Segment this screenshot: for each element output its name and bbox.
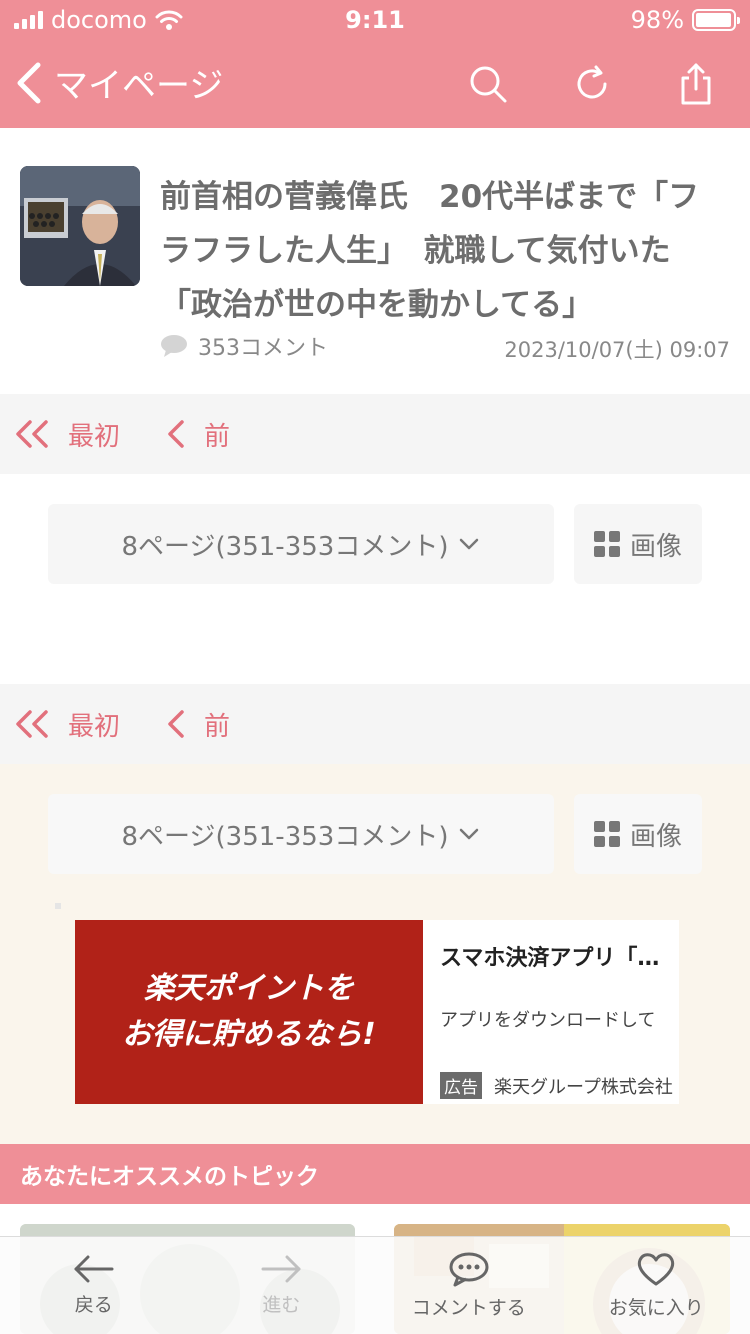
back-to-mypage-button[interactable]: マイページ [14, 58, 223, 107]
share-icon [681, 63, 711, 105]
page-select-dropdown[interactable]: 8ページ(351-353コメント) [48, 794, 554, 874]
search-button[interactable] [464, 60, 512, 108]
ad-title[interactable]: スマホ決済アプリ「楽天ペイ」 [440, 940, 679, 972]
ad-banner-line1: 楽天ポイントを [144, 971, 354, 1006]
comment-bubble-icon [161, 335, 187, 357]
chevron-left-icon [168, 710, 184, 738]
forward-tab[interactable]: 進む [188, 1237, 376, 1334]
back-tab-label: 戻る [74, 1294, 113, 1316]
pager-first-label: 最初 [68, 711, 121, 742]
comment-icon [449, 1252, 489, 1287]
topics-header: あなたにオススメのトピック [0, 1144, 750, 1204]
page-select-label: 8ページ(351-353コメント) [121, 531, 449, 562]
ad-footer: 広告 楽天グループ株式会社 [440, 1072, 673, 1099]
nav-actions [464, 60, 720, 108]
pager-top: 最初 前 [0, 394, 750, 474]
heart-icon [638, 1253, 675, 1286]
pager-first-label: 最初 [68, 421, 121, 452]
bottom-tab-bar: 戻る 進む コメントする お気に入り [0, 1236, 750, 1334]
battery-level [696, 13, 732, 27]
pager-prev-label: 前 [204, 421, 231, 452]
arrow-left-icon [74, 1255, 114, 1283]
reload-button[interactable] [568, 60, 616, 108]
image-view-label: 画像 [629, 531, 682, 562]
chevron-down-icon [460, 538, 479, 550]
comment-count: 353コメント [160, 330, 328, 362]
pager-bottom: 最初 前 [0, 684, 750, 764]
nav-title: マイページ [54, 66, 224, 106]
ad-advertiser: 楽天グループ株式会社 [494, 1076, 673, 1098]
double-chevron-left-icon [16, 420, 48, 448]
comment-count-label: 353コメント [198, 336, 328, 361]
favorite-tab[interactable]: お気に入り [563, 1237, 750, 1334]
grid-icon [593, 531, 620, 557]
article-date: 2023/10/07(土) 09:07 [504, 338, 730, 362]
page-select-dropdown[interactable]: 8ページ(351-353コメント) [48, 504, 554, 584]
page-select-label: 8ページ(351-353コメント) [121, 821, 449, 852]
arrow-right-icon [261, 1255, 301, 1283]
forward-tab-label: 進む [262, 1294, 301, 1316]
article-title[interactable]: 前首相の菅義偉氏 20代半ばまで「フラフラした人生」 就職して気付いた「政治が世… [160, 170, 730, 332]
image-view-label: 画像 [629, 821, 682, 852]
ad-badge: 広告 [440, 1072, 482, 1099]
ad-banner-image[interactable]: 楽天ポイントを お得に貯めるなら! [75, 920, 423, 1104]
back-tab[interactable]: 戻る [0, 1237, 188, 1334]
pager-first-button[interactable]: 最初 [14, 416, 120, 453]
chevron-down-icon [460, 828, 479, 840]
ad-card[interactable]: 楽天ポイントを お得に貯めるなら! スマホ決済アプリ「楽天ペイ」 アプリをダウン… [75, 920, 679, 1104]
ad-banner-line2: お得に貯めるなら! [122, 1017, 376, 1052]
chevron-left-icon [168, 420, 184, 448]
article-thumbnail [20, 166, 140, 286]
pager-prev-label: 前 [204, 711, 231, 742]
pager-prev-button[interactable]: 前 [166, 416, 230, 453]
comment-tab-label: コメントする [411, 1297, 526, 1319]
reload-icon [577, 65, 607, 99]
image-view-button[interactable]: 画像 [574, 504, 702, 584]
favorite-tab-label: お気に入り [608, 1297, 704, 1319]
ad-marker [55, 903, 61, 909]
grid-icon [593, 821, 620, 847]
search-icon [470, 66, 507, 103]
ad-description: アプリをダウンロードして [440, 1010, 656, 1031]
status-bar: docomo 9:11 98% [0, 0, 750, 40]
battery-percent: 98% [630, 6, 684, 34]
battery-icon [692, 9, 740, 31]
double-chevron-left-icon [16, 710, 48, 738]
share-button[interactable] [672, 60, 720, 108]
pager-prev-button[interactable]: 前 [166, 706, 230, 743]
back-chevron-icon [17, 62, 41, 103]
nav-bar: マイページ [0, 40, 750, 128]
status-right: 98% [630, 6, 740, 34]
image-view-button[interactable]: 画像 [574, 794, 702, 874]
article-header[interactable]: 前首相の菅義偉氏 20代半ばまで「フラフラした人生」 就職して気付いた「政治が世… [0, 128, 750, 394]
comment-tab[interactable]: コメントする [375, 1237, 563, 1334]
pager-first-button[interactable]: 最初 [14, 706, 120, 743]
